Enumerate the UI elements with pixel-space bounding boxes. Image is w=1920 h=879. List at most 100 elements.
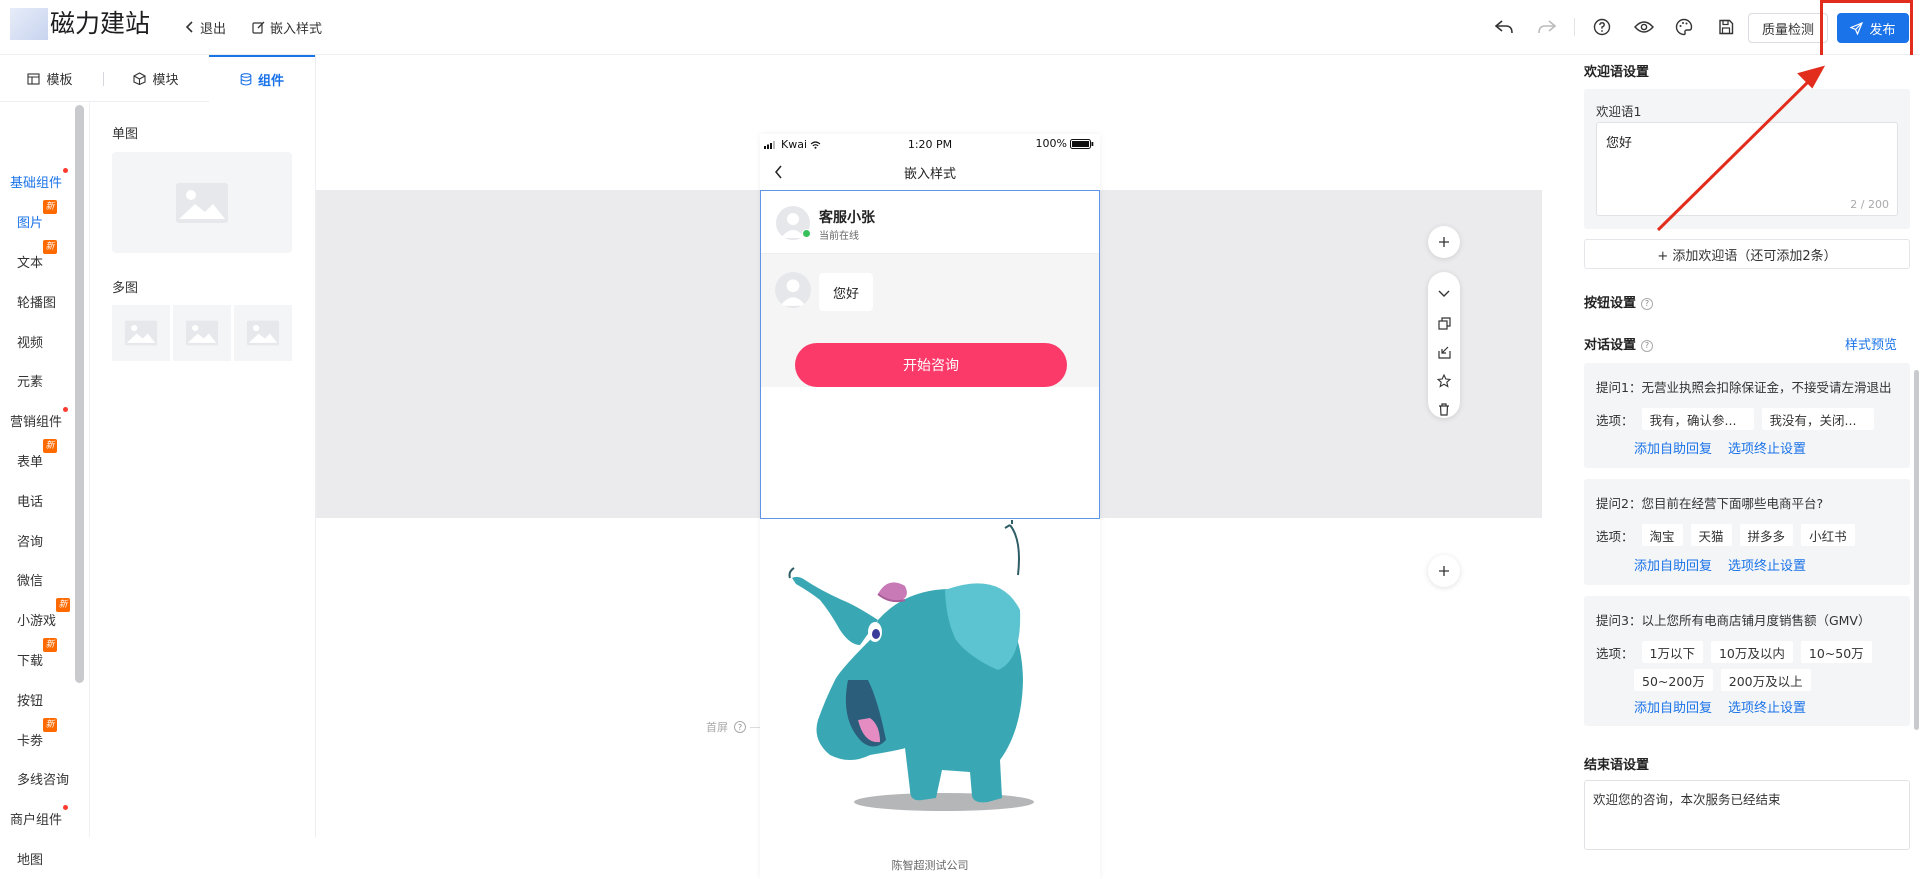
options-label: 选项： (1596, 528, 1634, 544)
page-name-button[interactable]: 嵌入样式 (252, 16, 322, 38)
logo (10, 8, 48, 40)
option-tag[interactable]: 我没有，关闭... (1761, 408, 1874, 430)
new-badge: 新 (43, 240, 58, 254)
quality-check-button[interactable]: 质量检测 (1748, 13, 1828, 43)
option-tag[interactable]: 1万以下 (1641, 641, 1703, 663)
option-tag[interactable]: 10~50万 (1800, 641, 1872, 663)
category-item-minigame[interactable]: 小游戏新 (17, 598, 71, 629)
options-label: 选项： (1596, 645, 1634, 661)
category-item-coupon[interactable]: 卡劵新 (17, 718, 58, 749)
settings-scrollbar[interactable] (1914, 370, 1919, 730)
exit-button[interactable]: 退出 (185, 16, 226, 38)
dialog-settings-title: 对话设置? (1584, 334, 1654, 353)
option-tag[interactable]: 淘宝 (1641, 524, 1683, 546)
category-item-download[interactable]: 下载新 (17, 638, 58, 669)
category-item-carousel[interactable]: 轮播图 (17, 292, 56, 311)
back-chevron-icon[interactable] (774, 165, 783, 179)
single-image-component[interactable] (112, 152, 292, 253)
preview-eye-icon[interactable] (1632, 15, 1656, 39)
consult-component[interactable]: 客服小张 当前在线 您好 开始咨询 (760, 190, 1100, 519)
battery: 100% (1036, 137, 1094, 150)
category-group-basic[interactable]: 基础组件 (10, 168, 69, 191)
new-badge: 新 (43, 718, 58, 732)
add-welcome-button[interactable]: + 添加欢迎语（还可添加2条） (1584, 239, 1910, 269)
star-icon[interactable] (1436, 373, 1452, 389)
option-links: 添加自助回复 选项终止设置 (1634, 555, 1806, 574)
agent-name: 客服小张 (819, 210, 875, 226)
copy-icon[interactable] (1436, 315, 1452, 331)
add-auto-reply-link[interactable]: 添加自助回复 (1634, 697, 1712, 716)
category-item-element[interactable]: 元素 (17, 371, 43, 390)
add-below-button[interactable] (1428, 555, 1460, 587)
category-group-merchant[interactable]: 商户组件 (10, 805, 69, 828)
image-placeholder-icon (124, 320, 158, 346)
category-item-wechat[interactable]: 微信 (17, 570, 43, 589)
tab-module[interactable]: 模块 (106, 55, 206, 102)
agent-avatar-small (775, 272, 811, 308)
tab-component[interactable]: 组件 (209, 55, 315, 102)
help-icon[interactable] (1590, 15, 1614, 39)
import-icon[interactable] (1436, 344, 1452, 360)
help-icon[interactable]: ? (1641, 297, 1654, 310)
delete-icon[interactable] (1436, 401, 1452, 417)
category-scrollbar[interactable] (75, 105, 84, 683)
new-badge: 新 (43, 439, 58, 453)
option-tag[interactable]: 200万及以上 (1720, 669, 1811, 691)
question-text: 提问3：以上您所有电商店铺月度销售额（GMV） (1596, 613, 1871, 628)
option-links: 添加自助回复 选项终止设置 (1634, 438, 1806, 457)
question-text: 提问1：无营业执照会扣除保证金，不接受请左滑退出 (1596, 380, 1892, 395)
save-icon[interactable] (1714, 15, 1738, 39)
category-item-image[interactable]: 图片新 (17, 200, 58, 231)
option-tag[interactable]: 我有，确认参... (1641, 408, 1754, 430)
button-settings-title: 按钮设置? (1584, 292, 1654, 311)
option-end-settings-link[interactable]: 选项终止设置 (1728, 438, 1806, 457)
closing-text: 欢迎您的咨询，本次服务已经结束 (1593, 792, 1781, 807)
category-item-multiline-consult[interactable]: 多线咨询 (17, 769, 69, 788)
redo-icon[interactable] (1535, 15, 1559, 39)
welcome-textarea[interactable]: 您好 2 / 200 (1596, 122, 1898, 216)
highlight-box (1820, 0, 1913, 58)
category-item-button[interactable]: 按钮 (17, 690, 43, 709)
option-end-settings-link[interactable]: 选项终止设置 (1728, 555, 1806, 574)
category-item-map[interactable]: 地图 (17, 849, 43, 868)
move-down-icon[interactable] (1436, 286, 1452, 302)
template-icon (27, 72, 41, 85)
option-tag[interactable]: 50~200万 (1634, 669, 1713, 691)
style-preview-link[interactable]: 样式预览 (1845, 334, 1897, 353)
category-group-marketing[interactable]: 营销组件 (10, 407, 69, 430)
option-tag[interactable]: 天猫 (1690, 524, 1732, 546)
new-badge: 新 (56, 598, 71, 612)
multi-image-component[interactable] (112, 305, 292, 361)
exit-label: 退出 (200, 21, 227, 37)
category-item-text[interactable]: 文本新 (17, 240, 58, 271)
category-item-video[interactable]: 视频 (17, 332, 43, 351)
option-tag[interactable]: 拼多多 (1739, 524, 1794, 546)
phone-nav-bar: 嵌入样式 (760, 154, 1100, 190)
palette-icon[interactable] (1672, 15, 1696, 39)
chat-body: 您好 开始咨询 (761, 254, 1099, 387)
option-end-settings-link[interactable]: 选项终止设置 (1728, 697, 1806, 716)
help-icon[interactable]: ? (1641, 339, 1654, 352)
image-placeholder-icon (185, 320, 219, 346)
add-above-button[interactable] (1428, 226, 1460, 258)
tab-template[interactable]: 模板 (0, 55, 100, 102)
chat-header: 客服小张 当前在线 (761, 191, 1099, 254)
closing-textarea[interactable]: 欢迎您的咨询，本次服务已经结束 (1584, 780, 1910, 850)
option-tag[interactable]: 小红书 (1801, 524, 1855, 546)
category-item-form[interactable]: 表单新 (17, 439, 58, 470)
category-item-consult[interactable]: 咨询 (17, 531, 43, 550)
question-card-3: 提问3：以上您所有电商店铺月度销售额（GMV） 选项： 1万以下 10万及以内 … (1584, 596, 1910, 726)
option-tag[interactable]: 10万及以内 (1710, 641, 1793, 663)
phone-preview: Kwai 1:20 PM 100% 嵌入样式 客服小张 当前在线 您好 开始咨询… (760, 134, 1100, 879)
phone-nav-title: 嵌入样式 (903, 166, 956, 182)
char-counter: 2 / 200 (1850, 198, 1889, 211)
start-consult-button[interactable]: 开始咨询 (795, 343, 1067, 387)
category-item-phone[interactable]: 电话 (17, 491, 43, 510)
settings-panel: 欢迎语设置 欢迎语1 您好 2 / 200 + 添加欢迎语（还可添加2条） 按钮… (1562, 55, 1920, 850)
tab-module-label: 模块 (152, 73, 179, 88)
page-name-label: 嵌入样式 (270, 21, 323, 37)
undo-icon[interactable] (1492, 15, 1516, 39)
add-auto-reply-link[interactable]: 添加自助回复 (1634, 555, 1712, 574)
add-auto-reply-link[interactable]: 添加自助回复 (1634, 438, 1712, 457)
options-row-2: 50~200万 200万及以上 (1634, 669, 1811, 691)
